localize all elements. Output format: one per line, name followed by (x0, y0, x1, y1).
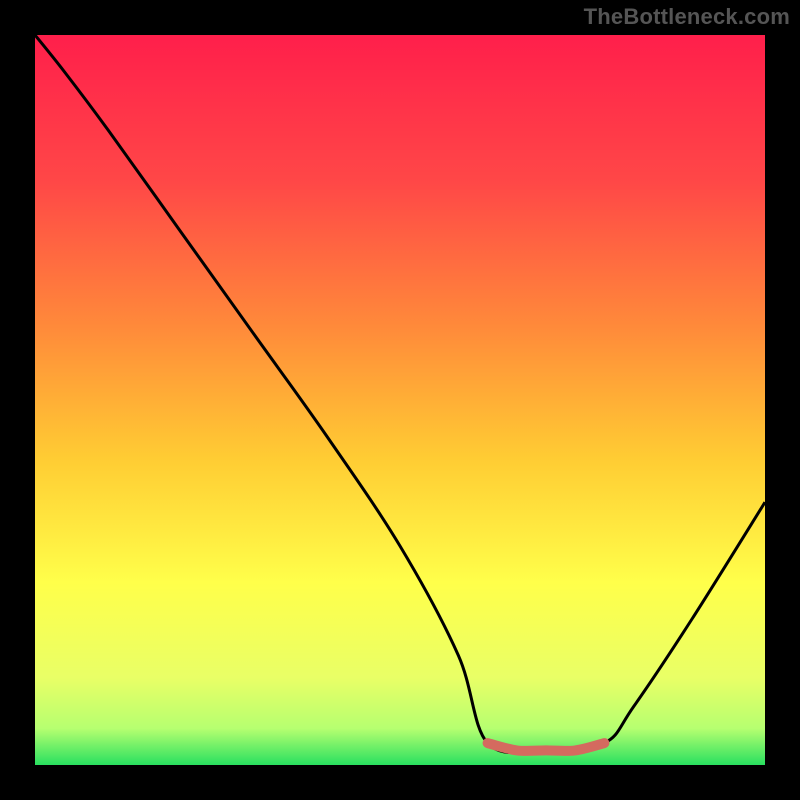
plot-area (35, 35, 765, 765)
background-gradient (35, 35, 765, 765)
chart-stage: TheBottleneck.com (0, 0, 800, 800)
gradient-rect (35, 35, 765, 765)
watermark-text: TheBottleneck.com (584, 4, 790, 30)
